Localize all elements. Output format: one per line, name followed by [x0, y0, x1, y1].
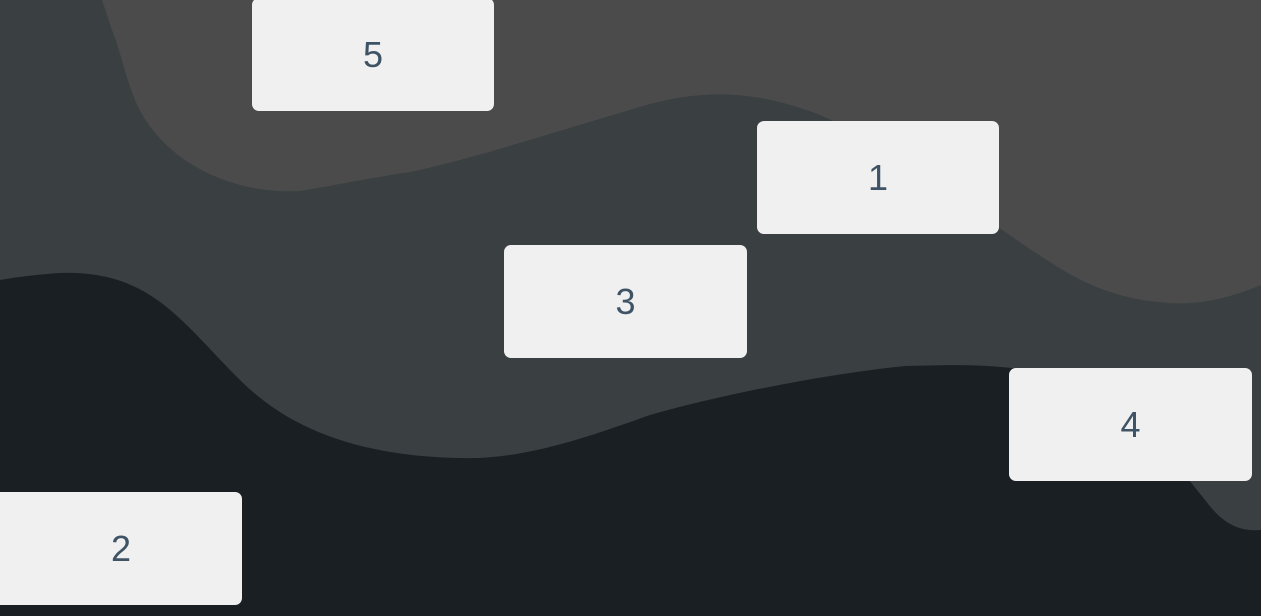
tile-label: 3 [615, 280, 636, 322]
tile-1[interactable]: 1 [757, 121, 999, 234]
tile-4[interactable]: 4 [1009, 368, 1252, 481]
tile-label: 5 [362, 33, 384, 75]
tile-3[interactable]: 3 [504, 245, 747, 358]
tile-2[interactable]: 2 [0, 492, 242, 605]
tile-5[interactable]: 5 [252, 0, 494, 111]
tile-label: 4 [1120, 403, 1141, 445]
puzzle-board: 5 1 3 4 2 [0, 0, 1261, 616]
tile-label: 1 [867, 156, 889, 198]
tile-label: 2 [110, 527, 132, 569]
